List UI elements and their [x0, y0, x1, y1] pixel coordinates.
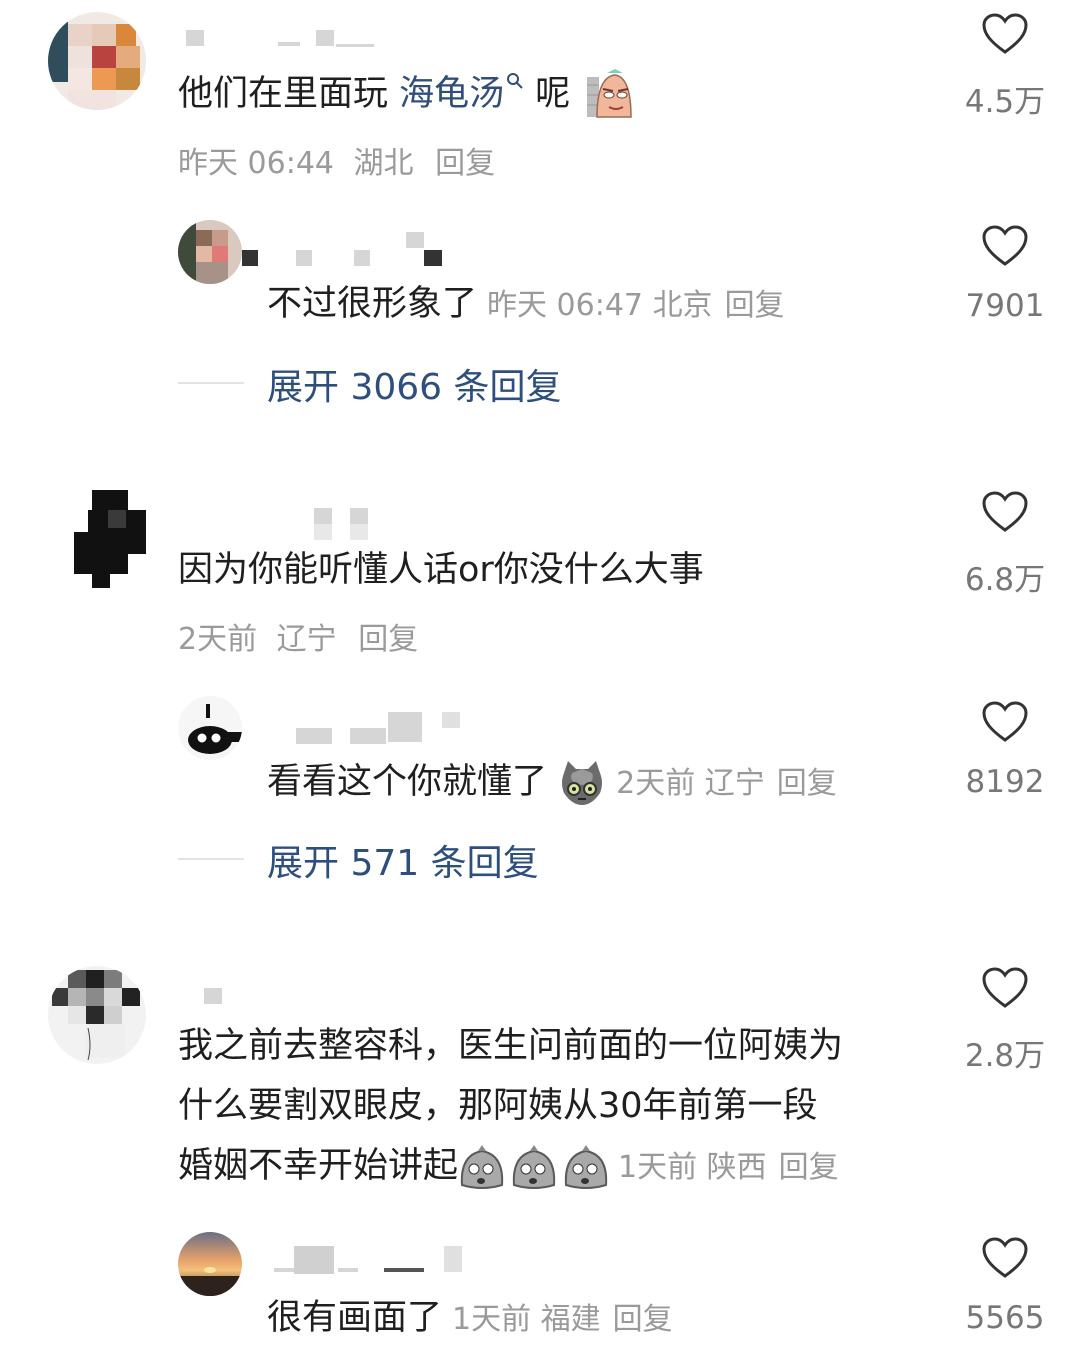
like-count: 8192 [965, 764, 1045, 800]
reply-avatar[interactable] [178, 1232, 242, 1296]
expand-replies-label: 展开 3066 条回复 [267, 367, 562, 408]
reply-text-content: 很有画面了 [267, 1298, 443, 1338]
reply-time: 昨天 06:47 [487, 288, 644, 323]
like-button[interactable]: 7901 [960, 224, 1050, 324]
avatar[interactable] [48, 966, 146, 1064]
pixelated-avatar-image [48, 12, 146, 110]
comment-text: 我之前去整容科，医生问前面的一位阿姨为 什么要割双眼皮，那阿姨从30年前第一段 … [178, 1016, 843, 1198]
shocked-face-emoji [458, 1145, 608, 1189]
reply-avatar[interactable] [178, 220, 242, 284]
reply-text: 很有画面了 1天前 福建 回复 [267, 1288, 673, 1350]
comment-time: 昨天 06:44 [178, 146, 334, 181]
comment-text-part: 他们在里面玩 [178, 74, 400, 114]
reply-button[interactable]: 回复 [358, 622, 418, 657]
reply-button[interactable]: 回复 [779, 1150, 839, 1185]
reply-location: 北京 [652, 288, 713, 323]
username-blurred[interactable] [186, 30, 396, 48]
comment-text-part: 呢 [524, 74, 571, 114]
comment-time: 1天前 [618, 1150, 698, 1185]
avatar[interactable] [48, 490, 146, 588]
comment-meta: 2天前 辽宁 回复 [178, 614, 418, 658]
comment-location: 陕西 [706, 1150, 767, 1185]
reply-username-blurred[interactable] [274, 1246, 464, 1274]
like-count: 7901 [965, 288, 1045, 324]
doge-meme-emoji [587, 69, 633, 118]
comment-location: 湖北 [353, 146, 414, 181]
pixelated-avatar-image [48, 490, 146, 588]
hashtag-label: 海龟汤 [399, 74, 505, 114]
reply-location: 福建 [540, 1302, 601, 1337]
divider-line [178, 858, 244, 860]
pixelated-avatar-image [48, 966, 146, 1064]
heart-icon [982, 1237, 1028, 1278]
avatar[interactable] [48, 12, 146, 110]
reply-avatar[interactable] [178, 696, 242, 760]
comment-text: 因为你能听懂人话or你没什么大事 [178, 550, 704, 590]
reply-location: 辽宁 [704, 766, 765, 801]
like-button[interactable]: 2.8万 [960, 966, 1050, 1075]
heart-icon [982, 701, 1028, 742]
heart-icon [982, 967, 1028, 1008]
reply-button[interactable]: 回复 [725, 288, 785, 323]
pixelated-avatar-image [178, 220, 242, 284]
reply-meta: 1天前 福建 回复 [452, 1302, 673, 1337]
reply-time: 2天前 [616, 766, 696, 801]
comment-meta: 1天前 陕西 回复 [618, 1150, 839, 1185]
comment-text: 他们在里面玩 海龟汤 呢 [178, 64, 633, 124]
expand-replies-label: 展开 571 条回复 [267, 843, 539, 884]
reply-time: 1天前 [452, 1302, 532, 1337]
heart-icon [982, 491, 1028, 532]
comment-time: 2天前 [178, 622, 258, 657]
like-count: 2.8万 [964, 1038, 1046, 1074]
reply-meta: 昨天 06:47 北京 回复 [487, 288, 785, 323]
comment-location: 辽宁 [276, 622, 337, 657]
reply-text: 不过很形象了 昨天 06:47 北京 回复 [267, 274, 785, 336]
like-count: 6.8万 [964, 562, 1046, 598]
comment-text-line-3: 婚姻不幸开始讲起 1天前 陕西 回复 [178, 1136, 843, 1198]
reply-text: 看看这个你就懂了 2天前 辽宁 回复 [267, 752, 837, 814]
heart-icon [982, 13, 1028, 54]
reply-text-content: 不过很形象了 [267, 284, 478, 324]
sunset-avatar-image [178, 1232, 242, 1296]
like-button[interactable]: 5565 [960, 1236, 1050, 1336]
divider-line [178, 382, 244, 384]
like-button[interactable]: 6.8万 [960, 490, 1050, 599]
like-count: 5565 [965, 1300, 1045, 1336]
hashtag-link[interactable]: 海龟汤 [399, 73, 524, 114]
reply-username-blurred[interactable] [296, 712, 466, 746]
comment-text-part: 婚姻不幸开始讲起 [178, 1146, 459, 1186]
like-count: 4.5万 [964, 84, 1046, 120]
reply-meta: 2天前 辽宁 回复 [616, 766, 837, 801]
heart-icon [982, 225, 1028, 266]
comment-meta: 昨天 06:44 湖北 回复 [178, 138, 495, 182]
cat-avatar-image [178, 696, 242, 760]
cat-face-emoji [562, 761, 603, 805]
like-button[interactable]: 8192 [960, 700, 1050, 800]
comment-text-line: 我之前去整容科，医生问前面的一位阿姨为 [178, 1026, 844, 1066]
reply-button[interactable]: 回复 [435, 146, 495, 181]
reply-username-blurred[interactable] [242, 232, 452, 268]
search-icon [507, 73, 523, 90]
username-blurred[interactable] [314, 508, 374, 540]
reply-button[interactable]: 回复 [613, 1302, 673, 1337]
username-blurred[interactable] [204, 988, 224, 1006]
reply-button[interactable]: 回复 [777, 766, 837, 801]
comment-text-line: 什么要割双眼皮，那阿姨从30年前第一段 [178, 1086, 818, 1126]
like-button[interactable]: 4.5万 [960, 12, 1050, 121]
reply-text-content: 看看这个你就懂了 [267, 762, 548, 802]
